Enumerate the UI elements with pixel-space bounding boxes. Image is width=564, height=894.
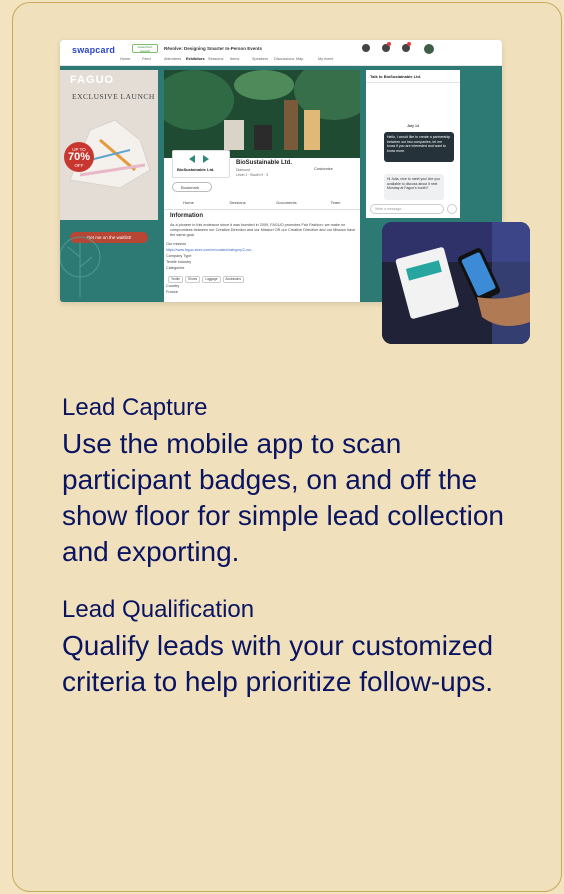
field-label: Country xyxy=(166,284,180,288)
nav-item[interactable]: Speakers xyxy=(252,57,274,61)
notification-dot-icon xyxy=(387,42,391,46)
category-tags: Textile Shoes Luggage Accessoirs xyxy=(168,276,244,283)
chat-input[interactable]: Write a message... xyxy=(370,204,444,214)
company-logo-card: BioSustainable Ltd. xyxy=(172,150,230,178)
field-value: Textile industry xyxy=(166,260,192,264)
information-text: As a pioneer in this endeavor since it w… xyxy=(170,223,356,237)
event-title: Rēvolve: Designing Smarter In-Person Eve… xyxy=(164,46,263,51)
promo-headline: EXCLUSIVE LAUNCH xyxy=(72,92,155,101)
tab-documents[interactable]: Documents xyxy=(262,200,311,209)
nav-item[interactable]: Home xyxy=(120,57,142,61)
tag: Textile xyxy=(168,276,184,283)
field-label: Our mission xyxy=(166,242,187,246)
send-icon[interactable] xyxy=(447,204,457,214)
nav-item[interactable]: Sessions xyxy=(208,57,230,61)
tag: Luggage xyxy=(202,276,221,283)
company-level: Diamond xyxy=(236,168,251,172)
leaf-illustration xyxy=(60,236,101,297)
promo-ad[interactable]: FAGUO EXCLUSIVE LAUNCH UP TO 70% OFF Get… xyxy=(60,70,158,243)
nav-item[interactable]: Discussions xyxy=(274,57,296,61)
promo-brand: FAGUO xyxy=(70,74,115,86)
home-icon[interactable] xyxy=(362,44,370,52)
nav-item[interactable]: Feed xyxy=(142,57,164,61)
chat-panel: Talk to BioSustainable Ltd. July 14 Hell… xyxy=(366,70,460,218)
tab-home[interactable]: Home xyxy=(164,200,213,209)
nav-item[interactable]: Items xyxy=(230,57,252,61)
app-topbar: swapcard GreenTech Awards Rēvolve: Desig… xyxy=(60,40,502,66)
nav-item[interactable]: Attendees xyxy=(164,57,186,61)
avatar[interactable] xyxy=(424,44,434,54)
bookmark-button[interactable]: Bookmark xyxy=(172,182,212,192)
tag: Accessoirs xyxy=(222,276,244,283)
feature-title-lead-qualification: Lead Qualification xyxy=(62,596,255,623)
chat-date: July 14 xyxy=(407,124,419,128)
feature-body-lead-capture: Use the mobile app to scan participant b… xyxy=(62,428,504,567)
nav-item[interactable]: My event xyxy=(318,57,340,61)
company-name: BioSustainable Ltd. xyxy=(236,160,293,166)
nav-item[interactable]: Exhibitors xyxy=(186,57,208,61)
app-nav: Home Feed Attendees Exhibitors Sessions … xyxy=(120,57,340,61)
company-location: Level 1 · Booth H · 3 xyxy=(236,173,269,177)
field-label: Categories xyxy=(166,266,185,270)
tab-team[interactable]: Team xyxy=(311,200,360,209)
partner-logo: GreenTech Awards xyxy=(132,44,158,53)
company-logo xyxy=(189,155,209,163)
swapcard-logo: swapcard xyxy=(72,45,116,55)
field-label: Company Type xyxy=(166,254,192,258)
chat-title: Talk to BioSustainable Ltd. xyxy=(366,70,460,83)
customize-button[interactable]: Customize xyxy=(314,166,333,171)
chat-message-incoming: Hi Julia, nice to meet you! Are you avai… xyxy=(384,174,444,200)
information-heading: Information xyxy=(170,213,203,219)
field-value: France xyxy=(166,290,178,294)
tab-sessions[interactable]: Sessions xyxy=(213,200,262,209)
nav-item[interactable]: Map xyxy=(296,57,318,61)
notification-dot-icon xyxy=(407,42,411,46)
exhibitor-page: BioSustainable Ltd. BioSustainable Ltd. … xyxy=(164,70,360,302)
exhibitor-banner-photo xyxy=(164,70,360,158)
exhibitor-tabs: Home Sessions Documents Team xyxy=(164,200,360,210)
discount-badge: UP TO 70% OFF xyxy=(64,142,94,172)
feature-title-lead-capture: Lead Capture xyxy=(62,394,208,421)
company-link[interactable]: https://www.faguo-store.com/en/content/c… xyxy=(166,248,254,252)
tag: Shoes xyxy=(185,276,201,283)
badge-scan-photo xyxy=(382,222,530,344)
feature-body-lead-qualification: Qualify leads with your customized crite… xyxy=(62,630,494,697)
chat-message-outgoing: Hello, I would like to create a partners… xyxy=(384,132,454,162)
